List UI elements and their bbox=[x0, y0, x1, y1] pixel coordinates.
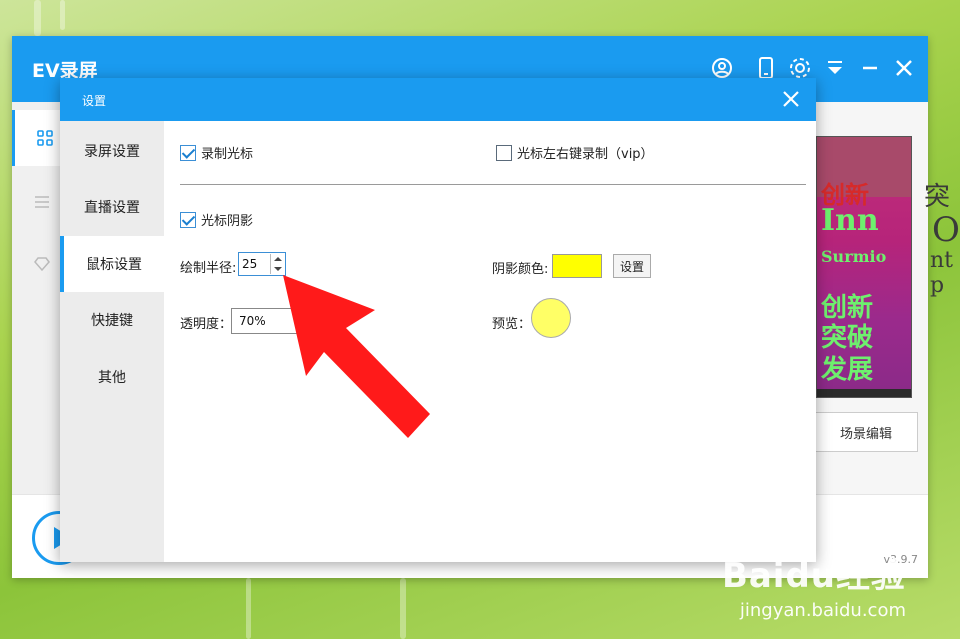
radius-label: 绘制半径: bbox=[180, 261, 237, 276]
sidebar-item-list[interactable] bbox=[12, 174, 62, 230]
bamboo-stalk bbox=[34, 0, 41, 36]
bamboo-stalk bbox=[400, 578, 406, 639]
screen-preview: 创新 Inn Surmio 创新 突破 发展 bbox=[816, 136, 912, 398]
cursor-click-checkbox[interactable] bbox=[496, 144, 512, 161]
nav-item-other[interactable]: 其他 bbox=[60, 349, 164, 405]
background-text: O bbox=[932, 210, 960, 250]
grid-icon bbox=[37, 130, 53, 146]
close-icon[interactable] bbox=[892, 56, 916, 80]
shadow-color-label: 阴影颜色: bbox=[492, 262, 549, 277]
section-divider bbox=[180, 184, 806, 185]
preview-text: Surmio bbox=[821, 247, 887, 266]
bamboo-stalk bbox=[60, 0, 65, 30]
preview-label: 预览： bbox=[492, 317, 532, 332]
settings-dialog: 设置 录屏设置 直播设置 鼠标设置 快捷键 其他 录制光标 光标左右键录制（vi… bbox=[60, 78, 816, 562]
record-cursor-option[interactable]: 录制光标 bbox=[180, 143, 253, 162]
record-cursor-checkbox[interactable] bbox=[180, 144, 196, 161]
radius-stepper[interactable] bbox=[238, 252, 286, 276]
diamond-icon bbox=[34, 257, 50, 272]
minimize-icon[interactable] bbox=[858, 56, 882, 80]
dialog-titlebar: 设置 bbox=[60, 78, 816, 121]
list-icon bbox=[35, 196, 49, 208]
account-icon[interactable] bbox=[710, 56, 734, 80]
cursor-click-label: 光标左右键录制（vip） bbox=[517, 147, 654, 162]
bamboo-stalk bbox=[246, 578, 251, 639]
gear-icon[interactable] bbox=[788, 56, 812, 80]
app-sidebar bbox=[12, 102, 62, 494]
cursor-click-option[interactable]: 光标左右键录制（vip） bbox=[496, 143, 654, 162]
sidebar-item-record[interactable] bbox=[12, 110, 62, 166]
background-text: nt p bbox=[930, 248, 954, 298]
opacity-select[interactable]: 70% bbox=[231, 308, 301, 334]
shadow-color-swatch[interactable] bbox=[552, 254, 602, 278]
dialog-close-icon[interactable] bbox=[782, 90, 800, 108]
mobile-icon[interactable] bbox=[754, 56, 778, 80]
nav-item-mouse-settings[interactable]: 鼠标设置 bbox=[60, 236, 164, 292]
baidu-watermark-logo: Baidu经验 bbox=[721, 556, 906, 596]
record-cursor-label: 录制光标 bbox=[201, 147, 254, 162]
nav-item-hotkeys[interactable]: 快捷键 bbox=[60, 292, 164, 348]
preview-text: 发展 bbox=[821, 355, 874, 385]
settings-content: 录制光标 光标左右键录制（vip） 光标阴影 绘制半径: 阴影颜色: 设置 透明… bbox=[164, 121, 816, 562]
cursor-shadow-option[interactable]: 光标阴影 bbox=[180, 210, 253, 229]
stepper-up-icon[interactable] bbox=[271, 254, 284, 264]
dropdown-menu-icon[interactable] bbox=[823, 56, 847, 80]
radius-input[interactable] bbox=[242, 256, 268, 272]
opacity-label: 透明度： bbox=[180, 317, 233, 332]
dialog-title: 设置 bbox=[82, 94, 107, 108]
cursor-shadow-checkbox[interactable] bbox=[180, 211, 196, 228]
cursor-shadow-label: 光标阴影 bbox=[201, 214, 254, 229]
settings-nav: 录屏设置 直播设置 鼠标设置 快捷键 其他 bbox=[60, 121, 164, 562]
baidu-watermark-url: jingyan.baidu.com bbox=[739, 600, 906, 621]
preview-text: Inn bbox=[821, 203, 879, 238]
stepper-down-icon[interactable] bbox=[271, 264, 284, 274]
shadow-preview-circle bbox=[531, 298, 571, 338]
background-text: 突 bbox=[924, 182, 951, 212]
scene-edit-button[interactable]: 场景编辑 bbox=[814, 412, 918, 452]
sidebar-item-vip[interactable] bbox=[12, 236, 62, 292]
nav-item-live-settings[interactable]: 直播设置 bbox=[60, 179, 164, 235]
set-color-button[interactable]: 设置 bbox=[613, 254, 651, 278]
nav-item-record-settings[interactable]: 录屏设置 bbox=[60, 123, 164, 179]
